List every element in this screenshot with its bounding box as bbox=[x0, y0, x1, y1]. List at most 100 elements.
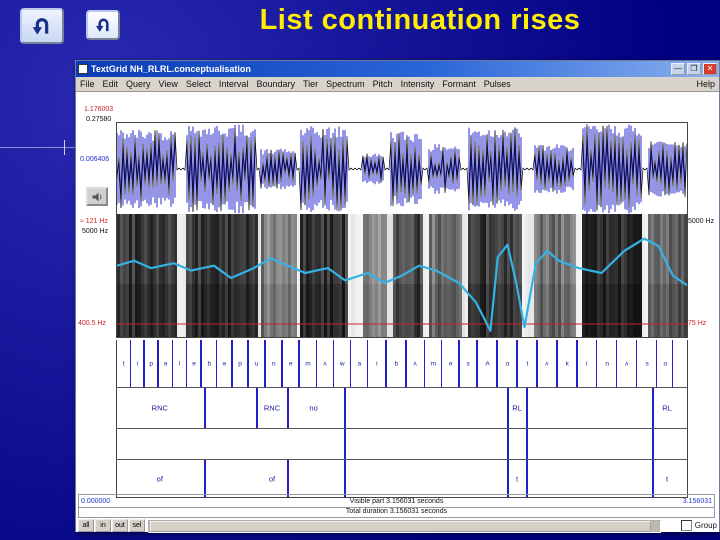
menu-item-file[interactable]: File bbox=[80, 79, 95, 89]
tier-4[interactable]: of of t t bbox=[117, 460, 687, 497]
back-button[interactable] bbox=[20, 8, 64, 44]
tier-boundary[interactable] bbox=[171, 340, 174, 387]
tier-boundary[interactable] bbox=[506, 460, 509, 497]
back-button-secondary[interactable] bbox=[86, 10, 120, 40]
tier-boundary[interactable] bbox=[366, 340, 369, 387]
tier-boundary[interactable] bbox=[185, 340, 187, 387]
tier-boundary[interactable] bbox=[651, 429, 654, 459]
tier-boundary[interactable] bbox=[344, 388, 346, 428]
tier-boundary[interactable] bbox=[231, 340, 233, 387]
menu-item-pitch[interactable]: Pitch bbox=[373, 79, 393, 89]
menu-item-pulses[interactable]: Pulses bbox=[484, 79, 511, 89]
tier-boundary[interactable] bbox=[143, 340, 145, 387]
menu-item-intensity[interactable]: Intensity bbox=[401, 79, 435, 89]
maximize-button[interactable]: ❐ bbox=[687, 63, 701, 75]
interval-label: l bbox=[178, 360, 181, 367]
scrollbar-thumb[interactable] bbox=[150, 521, 651, 532]
tier-boundary[interactable] bbox=[332, 340, 335, 387]
speaker-icon[interactable] bbox=[86, 187, 108, 206]
tier-boundary[interactable] bbox=[458, 340, 460, 387]
tier-boundary[interactable] bbox=[671, 340, 674, 387]
group-checkbox[interactable] bbox=[680, 520, 692, 531]
end-time[interactable]: 3.156031 bbox=[683, 498, 712, 505]
window-titlebar[interactable]: TextGrid NH_RLRL.conceptualisation — ❐ ✕ bbox=[76, 61, 719, 77]
menu-item-interval[interactable]: Interval bbox=[219, 79, 249, 89]
tier-boundary[interactable] bbox=[344, 460, 346, 497]
tier-boundary[interactable] bbox=[506, 429, 509, 459]
tier-boundary[interactable] bbox=[287, 388, 289, 428]
tier-boundary[interactable] bbox=[204, 388, 207, 428]
tier-boundary[interactable] bbox=[129, 340, 132, 387]
menu-item-edit[interactable]: Edit bbox=[103, 79, 119, 89]
menu-items: File Edit Query View Select Interval Boundary T… bbox=[80, 79, 511, 89]
textgrid-tiers[interactable]: t i p ə l e b ə p u n e m ʌ w a i b ʌ m ə s Ao t ʌ k i n ʌ s o RNC RNC no… bbox=[116, 340, 688, 498]
menu-item-select[interactable]: Select bbox=[186, 79, 211, 89]
undo-arrow-icon bbox=[95, 18, 109, 32]
tier-1[interactable]: t i p ə l e b ə p u n e m ʌ w a i b ʌ m ə s Ao t ʌ k i n ʌ s o bbox=[117, 340, 687, 388]
menu-item-tier[interactable]: Tier bbox=[303, 79, 318, 89]
tier-boundary[interactable] bbox=[526, 460, 529, 497]
tier-boundary[interactable] bbox=[247, 340, 249, 387]
interval-label: i bbox=[585, 360, 588, 367]
tier-boundary[interactable] bbox=[440, 340, 443, 387]
pitch-bottom-left-label: 400.5 Hz bbox=[78, 320, 107, 327]
tier-boundary[interactable] bbox=[200, 340, 202, 387]
tier-boundary[interactable] bbox=[496, 340, 498, 387]
interval-label: RNC bbox=[151, 403, 168, 413]
tier-boundary[interactable] bbox=[281, 340, 283, 387]
tier-boundary[interactable] bbox=[526, 388, 529, 428]
visible-part-button[interactable]: Visible part 3.156031 seconds bbox=[79, 498, 714, 505]
tier-boundary[interactable] bbox=[595, 340, 598, 387]
tier-boundary[interactable] bbox=[157, 340, 159, 387]
menu-item-view[interactable]: View bbox=[159, 79, 178, 89]
start-time[interactable]: 0.000000 bbox=[81, 498, 110, 505]
tier-boundary[interactable] bbox=[576, 340, 578, 387]
tier-boundary[interactable] bbox=[298, 340, 300, 387]
tier-boundary[interactable] bbox=[651, 388, 654, 428]
tier-boundary[interactable] bbox=[204, 460, 207, 497]
zoom-all-button[interactable]: all bbox=[78, 519, 94, 532]
zoom-sel-button[interactable]: sel bbox=[129, 519, 145, 532]
tier-boundary[interactable] bbox=[615, 340, 618, 387]
interval-label: m bbox=[305, 360, 311, 367]
tier-boundary[interactable] bbox=[476, 340, 478, 387]
tier-boundary[interactable] bbox=[556, 340, 558, 387]
tier-boundary[interactable] bbox=[651, 460, 654, 497]
interval-label: t bbox=[526, 360, 529, 367]
waveform-panel[interactable] bbox=[116, 122, 688, 216]
menu-item-help[interactable]: Help bbox=[696, 79, 715, 89]
total-duration: Total duration 3.156031 seconds bbox=[78, 506, 715, 518]
interval-label: b bbox=[207, 360, 212, 367]
tier-boundary[interactable] bbox=[215, 340, 218, 387]
freq-top-left-label: 5000 Hz bbox=[82, 228, 109, 235]
tier-boundary[interactable] bbox=[385, 340, 387, 387]
tier-boundary[interactable] bbox=[349, 340, 352, 387]
tier-boundary[interactable] bbox=[287, 460, 289, 497]
menu-item-boundary[interactable]: Boundary bbox=[256, 79, 295, 89]
close-button[interactable]: ✕ bbox=[703, 63, 717, 75]
menu-item-query[interactable]: Query bbox=[126, 79, 151, 89]
horizontal-scrollbar[interactable] bbox=[148, 520, 661, 533]
interval-label: o bbox=[663, 360, 668, 367]
menu-item-formant[interactable]: Formant bbox=[442, 79, 476, 89]
zoom-in-button[interactable]: in bbox=[95, 519, 111, 532]
tier-boundary[interactable] bbox=[635, 340, 638, 387]
tier-boundary[interactable] bbox=[423, 340, 426, 387]
tier-boundary[interactable] bbox=[264, 340, 266, 387]
zoom-buttons: all in out sel bbox=[78, 519, 145, 532]
tier-boundary[interactable] bbox=[255, 388, 258, 428]
tier-boundary[interactable] bbox=[405, 340, 407, 387]
tier-2[interactable]: RNC RNC no RL RL bbox=[117, 388, 687, 429]
minimize-button[interactable]: — bbox=[671, 63, 685, 75]
tier-boundary[interactable] bbox=[526, 429, 529, 459]
tier-boundary[interactable] bbox=[536, 340, 538, 387]
tier-boundary[interactable] bbox=[655, 340, 658, 387]
tier-boundary[interactable] bbox=[344, 429, 346, 459]
tier-3[interactable] bbox=[117, 429, 687, 460]
tier-boundary[interactable] bbox=[315, 340, 317, 387]
spectrogram-panel[interactable] bbox=[116, 214, 688, 338]
tier-boundary[interactable] bbox=[516, 340, 518, 387]
tier-boundary[interactable] bbox=[506, 388, 509, 428]
zoom-out-button[interactable]: out bbox=[112, 519, 128, 532]
menu-item-spectrum[interactable]: Spectrum bbox=[326, 79, 365, 89]
